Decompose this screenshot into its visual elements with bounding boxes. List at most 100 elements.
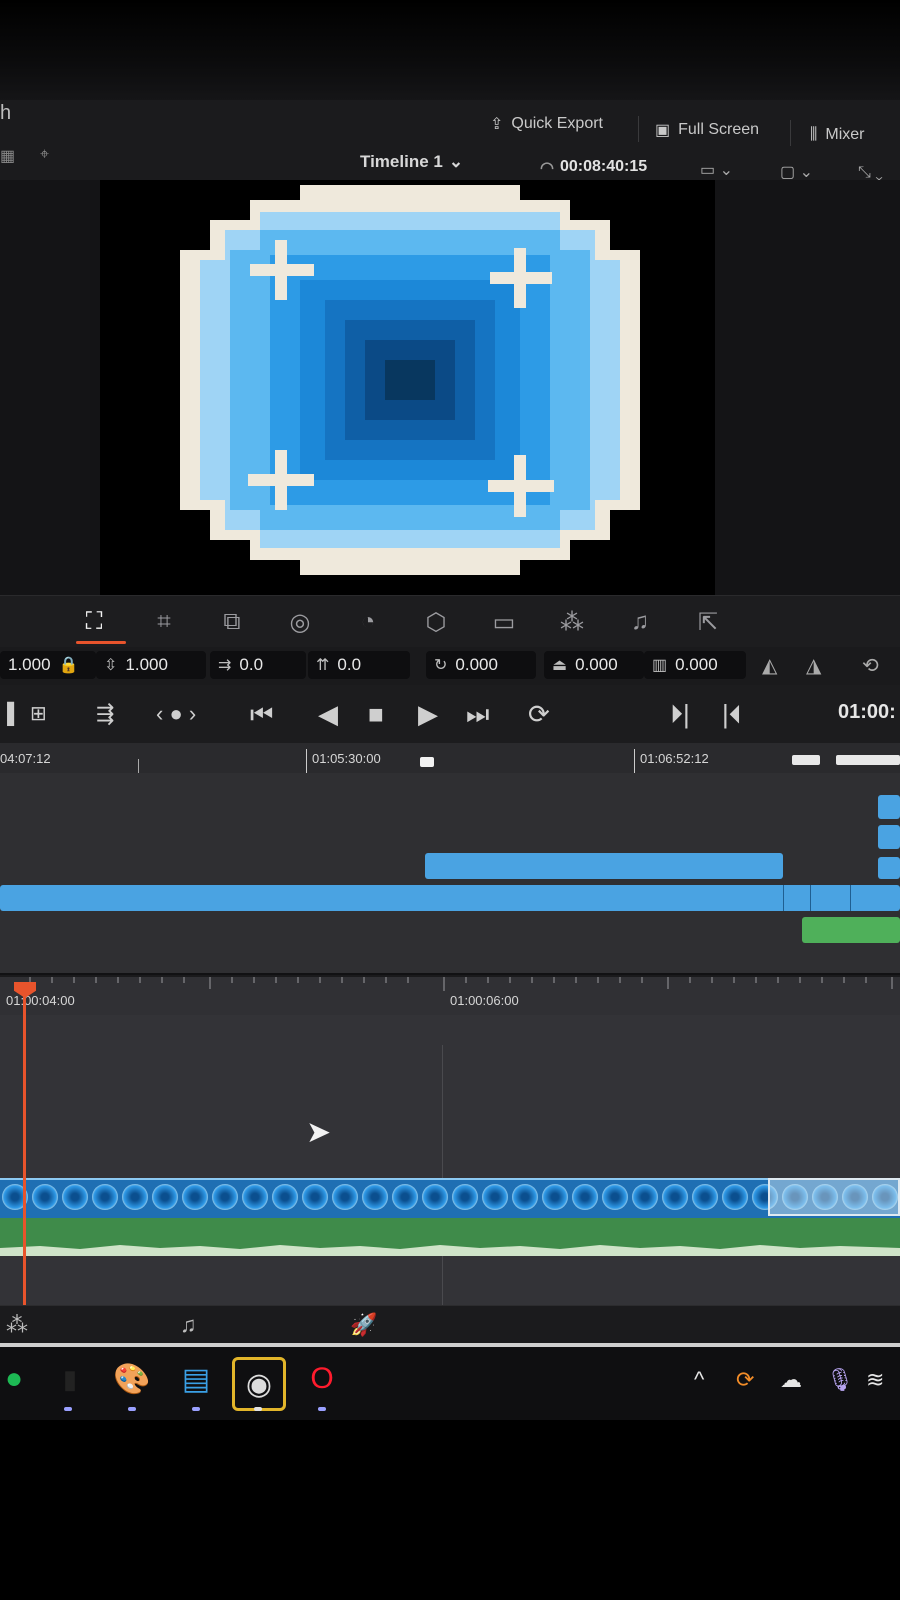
next-edit-icon[interactable]: ⏵| xyxy=(670,699,690,729)
fusion-page-icon[interactable]: ⁂ xyxy=(6,1312,28,1338)
divider xyxy=(638,116,639,142)
rotation-field[interactable]: ↻ 0.000 xyxy=(426,651,536,679)
crop-tab-icon[interactable]: ⌗ xyxy=(144,604,184,640)
position-y-field[interactable]: ⇈ 0.0 xyxy=(308,651,410,679)
overview-ruler[interactable]: 04:07:12 01:05:30:00 01:06:52:12 xyxy=(0,743,900,774)
overview-tracks xyxy=(0,773,900,973)
loop-icon[interactable]: ⟳ xyxy=(528,699,550,729)
flip-vertical-icon[interactable]: ◮ xyxy=(806,653,821,678)
app-title: h xyxy=(0,102,12,124)
export-tab-icon[interactable]: ⇱ xyxy=(688,604,728,640)
inspector-tabs: ⛶ ⌗ ⧉ ◎ ◔ ⬡ ▭ ⁂ ♫ ⇱ xyxy=(0,595,900,648)
skip-to-start-icon[interactable]: ⏮ xyxy=(250,699,273,729)
monitor-bezel xyxy=(0,0,900,100)
previous-edit-icon[interactable]: |⏴ xyxy=(722,699,742,729)
detail-ruler[interactable]: 01:00:04:00 01:00:06:00 xyxy=(0,975,900,1017)
pitch-field[interactable]: ⏏ 0.000 xyxy=(544,651,644,679)
audio-clip[interactable] xyxy=(802,917,900,943)
flip-horizontal-icon[interactable]: ◭ xyxy=(762,653,777,678)
davinci-resolve-icon[interactable]: ◉ xyxy=(232,1357,286,1411)
keyframe-nav-icon[interactable]: ‹ ● › xyxy=(156,699,196,729)
lock-icon[interactable]: 🔒 xyxy=(59,655,79,675)
position-x-field[interactable]: ⇉ 0.0 xyxy=(210,651,306,679)
ruler-tick-label: 01:00:06:00 xyxy=(450,993,519,1008)
spotify-icon[interactable]: ● xyxy=(0,1359,34,1399)
view-options-icon[interactable]: ▭ ⌄ xyxy=(700,160,733,180)
deliver-page-icon[interactable]: 🚀 xyxy=(350,1312,377,1338)
zoom-y-field[interactable]: ⇳ 1.000 xyxy=(96,651,206,679)
video-clip[interactable] xyxy=(878,795,900,819)
timeline-selector[interactable]: Timeline 1 ⌄ xyxy=(360,152,463,172)
opera-icon[interactable]: O xyxy=(302,1359,342,1399)
clip-cut xyxy=(810,885,811,911)
marker[interactable] xyxy=(420,757,434,767)
taskbar: ● ▮ 🎨 ▤ ◉ O ^ ⟳ ☁ 🎙 ≋ xyxy=(0,1347,900,1420)
overlay-options-icon[interactable]: ▢ ⌄ xyxy=(780,162,813,182)
video-clip[interactable] xyxy=(425,853,783,879)
position-y-icon: ⇈ xyxy=(316,657,330,674)
reverse-play-icon[interactable]: ◀ xyxy=(318,699,338,729)
dynamic-zoom-tab-icon[interactable]: ⧉ xyxy=(212,604,252,640)
mic-app-icon[interactable]: ▮ xyxy=(50,1359,90,1399)
transform-params: 1.000 🔒 ⇳ 1.000 ⇉ 0.0 ⇈ 0.0 ↻ 0.000 ⏏ 0.… xyxy=(0,647,900,685)
marker[interactable] xyxy=(792,755,820,765)
viewer-header: h ▦ ⌖ ⇪ Quick Export ▣ Full Screen ⫼ Mix… xyxy=(0,100,900,182)
composite-tab-icon[interactable]: ◎ xyxy=(280,604,320,640)
selected-clip-segment[interactable] xyxy=(768,1178,900,1216)
ruler-tick-label: 01:00:04:00 xyxy=(6,993,75,1008)
ruler-tick-label: 04:07:12 xyxy=(0,751,51,766)
mixer-button[interactable]: ⫼ Mixer xyxy=(810,126,864,144)
rotation-icon: ↻ xyxy=(434,657,448,674)
fairlight-page-icon[interactable]: ♫ xyxy=(180,1312,197,1338)
play-icon[interactable]: ▶ xyxy=(418,699,438,729)
height-icon: ⇳ xyxy=(104,657,118,674)
mouse-cursor-icon: ➤ xyxy=(306,1116,332,1149)
poi-icon[interactable]: ⊞ xyxy=(30,699,47,729)
audio-clip-waveform[interactable] xyxy=(0,1218,900,1256)
sync-icon[interactable]: ⟳ xyxy=(736,1367,754,1393)
chevron-down-icon: ⌄ xyxy=(448,152,464,171)
full-screen-button[interactable]: ▣ Full Screen xyxy=(655,120,759,140)
motion-icon[interactable]: ⇶ xyxy=(96,699,114,729)
pitch-icon: ⏏ xyxy=(552,657,568,674)
divider xyxy=(790,120,791,146)
clip-icon[interactable]: ▐ xyxy=(0,699,14,729)
video-clip[interactable] xyxy=(878,857,900,879)
paint-icon[interactable]: 🎨 xyxy=(112,1359,152,1399)
audio-tab-icon[interactable]: ♫ xyxy=(620,604,660,640)
photos-icon[interactable]: ▤ xyxy=(176,1359,216,1399)
ruler-tick-label: 01:05:30:00 xyxy=(312,751,381,766)
tray-overflow-icon[interactable]: ^ xyxy=(694,1367,704,1393)
pin-icon[interactable]: ⌖ xyxy=(40,146,49,164)
viewer-timecode[interactable]: ◠ 00:08:40:15 xyxy=(540,158,647,178)
grid-line xyxy=(442,1045,443,1305)
page-bar: ⁂ ♫ 🚀 xyxy=(0,1305,900,1344)
wifi-icon[interactable]: ≋ xyxy=(866,1367,884,1393)
video-viewer[interactable] xyxy=(100,180,715,595)
lens-tab-icon[interactable]: ▭ xyxy=(484,604,524,640)
yaw-field[interactable]: ▥ 0.000 xyxy=(644,651,746,679)
video-clip-thumbnails[interactable] xyxy=(0,1178,900,1220)
zoom-x-field[interactable]: 1.000 🔒 xyxy=(0,651,96,679)
reset-icon[interactable]: ⟲ xyxy=(862,653,879,678)
cloud-icon[interactable]: ☁ xyxy=(780,1367,802,1393)
position-x-icon: ⇉ xyxy=(218,657,232,674)
stop-icon[interactable]: ■ xyxy=(368,699,384,729)
yaw-icon: ▥ xyxy=(652,657,668,674)
stabilize-tab-icon[interactable]: ⬡ xyxy=(416,604,456,640)
video-clip[interactable] xyxy=(878,825,900,849)
skip-to-end-icon[interactable]: ⏭ xyxy=(466,699,489,729)
pixel-orb-icon xyxy=(180,185,640,575)
speed-tab-icon[interactable]: ◔ xyxy=(348,604,388,640)
video-clip[interactable] xyxy=(0,885,900,911)
quick-export-button[interactable]: ⇪ Quick Export xyxy=(490,114,603,134)
grid-icon[interactable]: ▦ xyxy=(0,146,15,166)
export-icon: ⇪ xyxy=(490,116,504,133)
playhead-line[interactable] xyxy=(23,995,26,1305)
transport-bar: ▐ ⊞ ⇶ ‹ ● › ⏮ ◀ ■ ▶ ⏭ ⟳ ⏵| |⏴ 01:00: xyxy=(0,685,900,743)
effects-tab-icon[interactable]: ⁂ xyxy=(552,604,592,640)
marker[interactable] xyxy=(836,755,900,765)
ruler-tick-label: 01:06:52:12 xyxy=(640,751,709,766)
microphone-icon[interactable]: 🎙 xyxy=(826,1367,854,1393)
transform-tab-icon[interactable]: ⛶ xyxy=(74,604,126,644)
